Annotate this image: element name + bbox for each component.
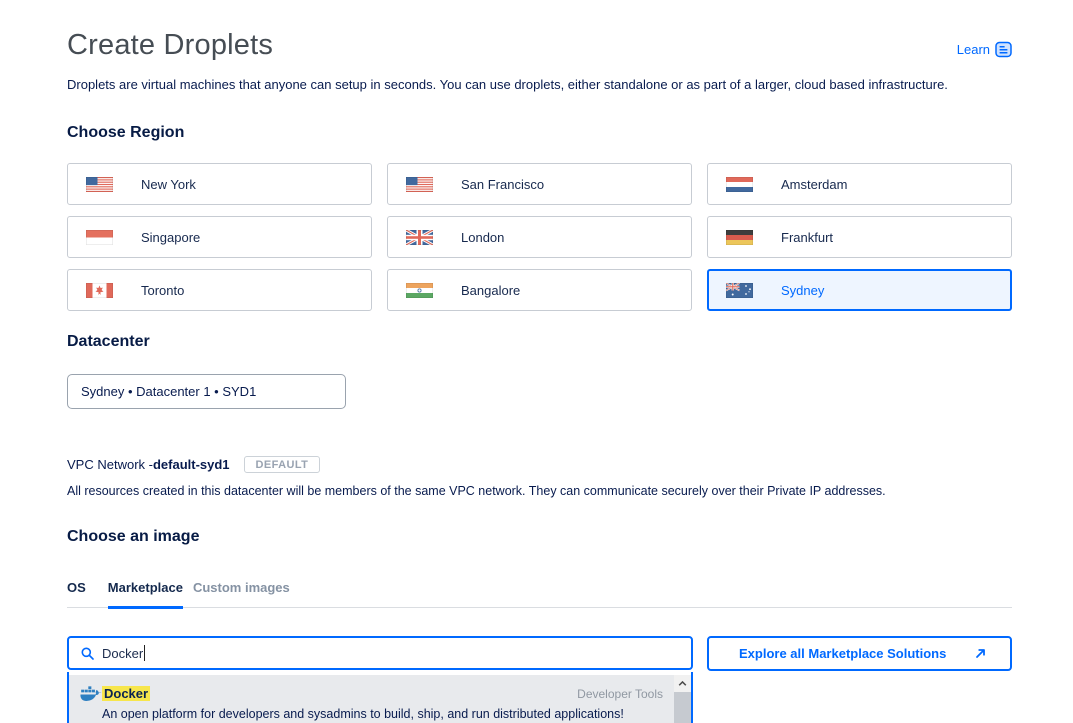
region-label: San Francisco bbox=[461, 177, 544, 192]
flag-us-icon bbox=[86, 177, 113, 192]
search-icon bbox=[81, 647, 94, 660]
tab-custom-images[interactable]: Custom images bbox=[193, 580, 290, 607]
search-results-dropdown: Docker Developer Tools An open platform fo… bbox=[67, 672, 693, 723]
learn-link-label: Learn bbox=[957, 42, 990, 57]
flag-sg-icon bbox=[86, 230, 113, 245]
result-row-docker[interactable]: Docker Developer Tools An open platform fo… bbox=[69, 675, 691, 723]
region-button-london[interactable]: London bbox=[387, 216, 692, 258]
explore-marketplace-button[interactable]: Explore all Marketplace Solutions bbox=[707, 636, 1012, 671]
region-label: Singapore bbox=[141, 230, 200, 245]
region-label: Amsterdam bbox=[781, 177, 847, 192]
flag-nl-icon bbox=[726, 177, 753, 192]
region-label: New York bbox=[141, 177, 196, 192]
region-label: Bangalore bbox=[461, 283, 520, 298]
vpc-network-label: VPC Network - bbox=[67, 457, 153, 472]
scrollbar-thumb[interactable] bbox=[674, 692, 691, 723]
region-button-toronto[interactable]: Toronto bbox=[67, 269, 372, 311]
result-description: An open platform for developers and sysa… bbox=[102, 707, 624, 721]
region-label: London bbox=[461, 230, 504, 245]
scroll-up-button[interactable] bbox=[674, 675, 691, 692]
flag-us-icon bbox=[406, 177, 433, 192]
flag-in-icon bbox=[406, 283, 433, 298]
vpc-description: All resources created in this datacenter… bbox=[67, 484, 886, 498]
flag-de-icon bbox=[726, 230, 753, 245]
docker-logo-icon bbox=[80, 686, 102, 703]
choose-image-heading: Choose an image bbox=[67, 528, 199, 546]
external-arrow-icon bbox=[975, 648, 986, 659]
region-button-bangalore[interactable]: Bangalore bbox=[387, 269, 692, 311]
result-category: Developer Tools bbox=[577, 687, 663, 701]
vpc-network-row: VPC Network - default-syd1 DEFAULT bbox=[67, 456, 320, 473]
region-label: Frankfurt bbox=[781, 230, 833, 245]
flag-ca-icon bbox=[86, 283, 113, 298]
region-label: Toronto bbox=[141, 283, 184, 298]
region-label: Sydney bbox=[781, 283, 824, 298]
tutorial-icon bbox=[995, 41, 1012, 58]
default-badge: DEFAULT bbox=[244, 456, 321, 473]
region-button-new-york[interactable]: New York bbox=[67, 163, 372, 205]
region-button-singapore[interactable]: Singapore bbox=[67, 216, 372, 258]
search-input-value: Docker bbox=[102, 646, 143, 661]
region-grid: New York San Francisco Amsterdam Singapore L… bbox=[67, 163, 1012, 311]
learn-link[interactable]: Learn bbox=[957, 41, 1012, 58]
region-button-san-francisco[interactable]: San Francisco bbox=[387, 163, 692, 205]
image-tabs: OS Marketplace Custom images bbox=[67, 580, 1012, 608]
tab-marketplace[interactable]: Marketplace bbox=[108, 580, 183, 607]
choose-region-heading: Choose Region bbox=[67, 124, 184, 142]
explore-marketplace-label: Explore all Marketplace Solutions bbox=[739, 646, 946, 661]
region-button-frankfurt[interactable]: Frankfurt bbox=[707, 216, 1012, 258]
flag-gb-icon bbox=[406, 230, 433, 245]
datacenter-heading: Datacenter bbox=[67, 333, 150, 351]
page-title: Create Droplets bbox=[67, 29, 273, 62]
result-name: Docker bbox=[102, 686, 150, 701]
dropdown-scrollbar[interactable] bbox=[674, 675, 691, 723]
datacenter-selected-value: Sydney • Datacenter 1 • SYD1 bbox=[81, 384, 256, 399]
vpc-network-name: default-syd1 bbox=[153, 457, 230, 472]
tab-os[interactable]: OS bbox=[67, 580, 86, 607]
flag-au-icon bbox=[726, 283, 753, 298]
datacenter-select[interactable]: Sydney • Datacenter 1 • SYD1 bbox=[67, 374, 346, 409]
page-subtitle: Droplets are virtual machines that anyon… bbox=[67, 77, 948, 92]
region-button-amsterdam[interactable]: Amsterdam bbox=[707, 163, 1012, 205]
text-caret bbox=[144, 645, 145, 661]
region-button-sydney[interactable]: Sydney bbox=[707, 269, 1012, 311]
marketplace-search-input[interactable]: Docker bbox=[67, 636, 693, 670]
